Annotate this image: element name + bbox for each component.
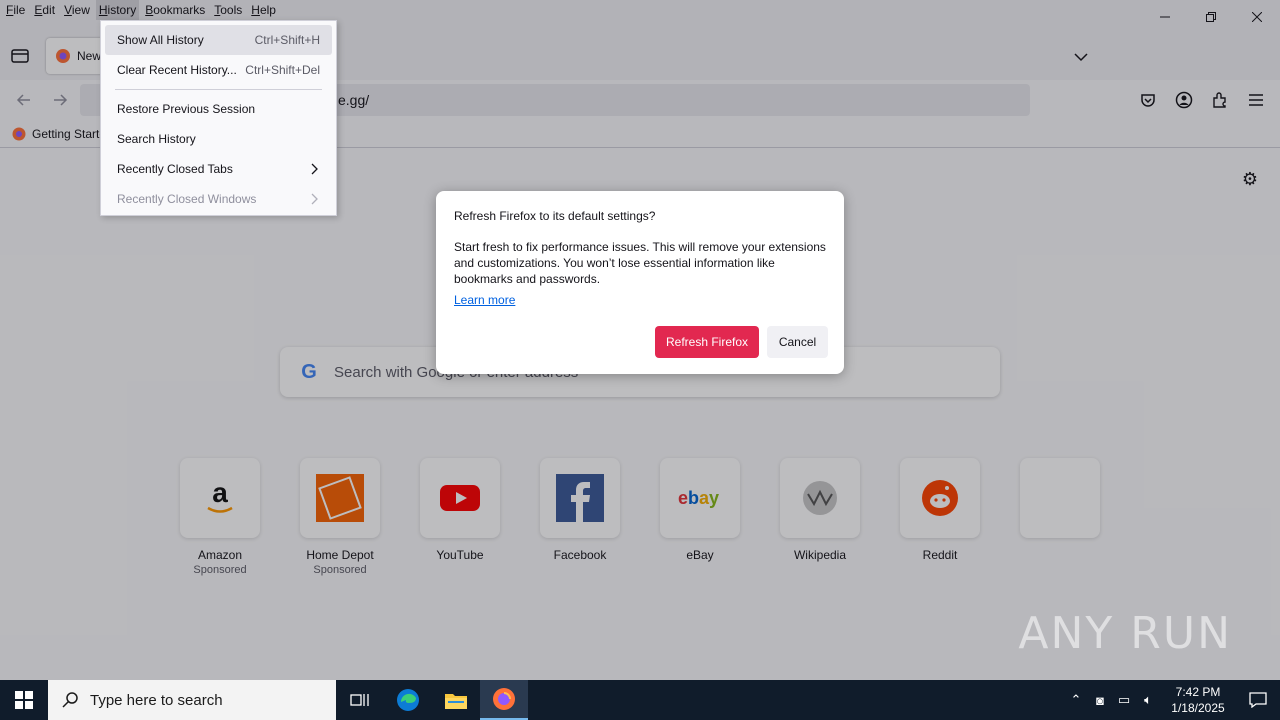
chevron-right-icon	[311, 193, 318, 205]
folder-icon	[445, 694, 467, 709]
anyrun-watermark: ANY RUN	[1018, 608, 1232, 659]
taskbar-edge[interactable]	[384, 680, 432, 720]
chevron-right-icon	[311, 163, 318, 175]
search-icon	[62, 692, 78, 708]
task-view-icon	[350, 694, 369, 706]
clock-time: 7:42 PM	[1175, 685, 1221, 699]
task-view-button[interactable]	[336, 680, 384, 720]
taskbar-file-explorer[interactable]	[432, 680, 480, 720]
firefox-icon	[493, 688, 515, 710]
network-icon[interactable]: ▭	[1112, 692, 1136, 708]
shortcut-label: Ctrl+Shift+Del	[245, 63, 320, 77]
windows-logo-icon	[15, 691, 33, 709]
cancel-button[interactable]: Cancel	[767, 326, 828, 358]
menu-restore-previous-session[interactable]: Restore Previous Session	[105, 94, 332, 124]
start-button[interactable]	[0, 680, 48, 720]
refresh-firefox-button[interactable]: Refresh Firefox	[655, 326, 759, 358]
learn-more-link[interactable]: Learn more	[454, 293, 515, 307]
refresh-firefox-dialog: Refresh Firefox to its default settings?…	[436, 191, 844, 374]
dialog-body: Start fresh to fix performance issues. T…	[454, 240, 826, 286]
notification-button[interactable]	[1236, 692, 1280, 708]
shortcut-label: Ctrl+Shift+H	[254, 33, 320, 47]
clock[interactable]: 7:42 PM 1/18/2025	[1160, 684, 1236, 716]
dialog-title: Refresh Firefox to its default settings?	[454, 209, 656, 223]
menu-show-all-history[interactable]: Show All History Ctrl+Shift+H	[105, 25, 332, 55]
clock-date: 1/18/2025	[1171, 701, 1225, 715]
system-tray: ⌃ ◙ ▭ 🔈︎ 7:42 PM 1/18/2025	[1064, 680, 1280, 720]
edge-icon	[397, 689, 419, 711]
chevron-up-icon[interactable]: ⌃	[1064, 692, 1088, 708]
menu-search-history[interactable]: Search History	[105, 124, 332, 154]
meet-now-icon[interactable]: ◙	[1088, 693, 1112, 708]
volume-icon[interactable]: 🔈︎	[1136, 692, 1160, 708]
menu-recently-closed-tabs[interactable]: Recently Closed Tabs	[105, 154, 332, 184]
taskbar-search-box[interactable]: Type here to search	[48, 680, 336, 720]
menu-separator	[115, 89, 322, 90]
taskbar-firefox[interactable]	[480, 680, 528, 720]
menu-recently-closed-windows: Recently Closed Windows	[105, 184, 332, 214]
notification-icon	[1249, 692, 1267, 708]
taskbar: Type here to search ⌃ ◙ ▭ 🔈︎ 7:42 PM 1/1…	[0, 680, 1280, 720]
menu-clear-recent-history[interactable]: Clear Recent History... Ctrl+Shift+Del	[105, 55, 332, 85]
history-menu: Show All History Ctrl+Shift+H Clear Rece…	[100, 20, 337, 216]
taskbar-search-placeholder: Type here to search	[90, 691, 223, 709]
